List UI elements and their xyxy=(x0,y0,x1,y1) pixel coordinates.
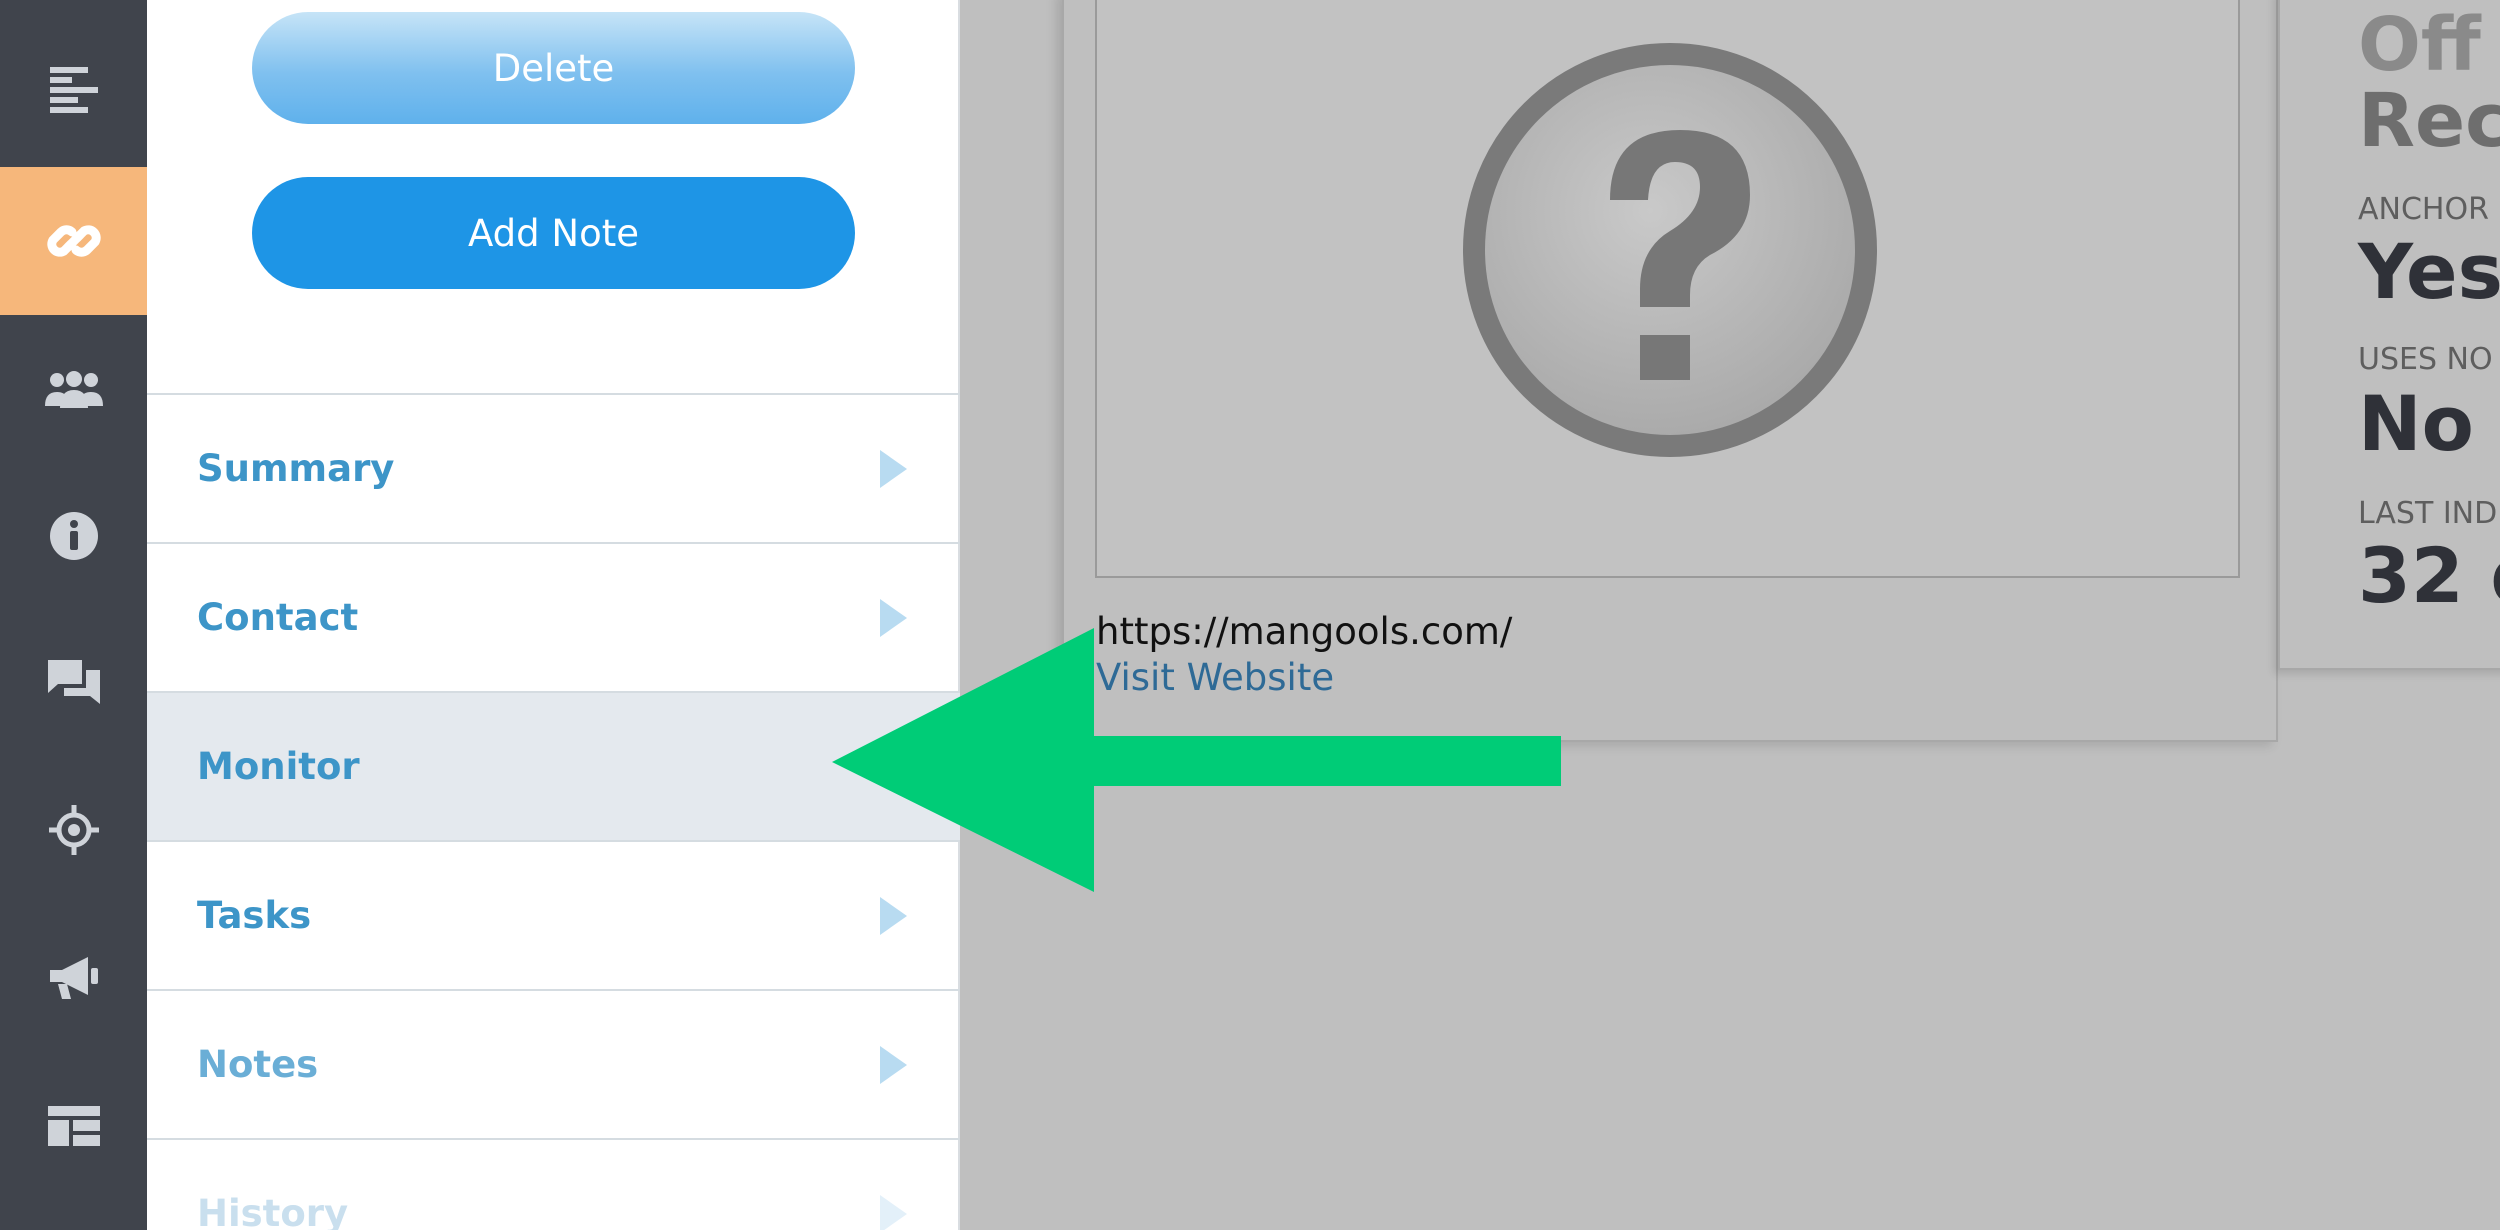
details-title-line1: Off xyxy=(2358,2,2481,88)
rail-item-team[interactable] xyxy=(0,316,147,464)
uses-label: USES NO xyxy=(2358,342,2493,377)
last-index-value: 32 d xyxy=(2358,531,2500,620)
menu-item-label: Tasks xyxy=(197,894,312,937)
rail-item-target[interactable] xyxy=(0,756,147,904)
menu-item-contact[interactable]: Contact xyxy=(147,542,960,691)
menu-item-label: Contact xyxy=(197,596,359,639)
layout-icon xyxy=(47,1106,100,1146)
icon-rail xyxy=(0,0,147,1230)
menu-item-summary[interactable]: Summary xyxy=(147,393,960,542)
outline-list-icon xyxy=(49,67,98,113)
chevron-right-icon xyxy=(880,1194,907,1230)
menu-item-label: History xyxy=(197,1192,349,1230)
question-mark-icon xyxy=(1463,43,1877,457)
visit-website-link[interactable]: Visit Website xyxy=(1096,656,1334,699)
chat-icon xyxy=(47,660,100,704)
rail-item-info[interactable] xyxy=(0,462,147,610)
anchor-label: ANCHOR xyxy=(2358,192,2489,227)
rail-item-campaigns[interactable] xyxy=(0,904,147,1052)
info-icon xyxy=(49,512,98,560)
menu-item-label: Summary xyxy=(197,447,395,490)
megaphone-icon xyxy=(49,957,98,999)
menu-item-notes[interactable]: Notes xyxy=(147,989,960,1138)
uses-value: No xyxy=(2358,379,2474,468)
chevron-right-icon xyxy=(880,1045,907,1084)
chevron-right-icon xyxy=(880,598,907,637)
last-index-label: LAST IND xyxy=(2358,496,2498,531)
chevron-right-icon xyxy=(880,896,907,935)
add-note-button[interactable]: Add Note xyxy=(252,177,855,289)
menu-item-label: Notes xyxy=(197,1043,319,1086)
chevron-right-icon xyxy=(880,449,907,488)
rail-item-layout[interactable] xyxy=(0,1052,147,1200)
app-root: Delete Add Note Summary Contact Monitor … xyxy=(0,0,2500,1230)
link-sidebar: Delete Add Note Summary Contact Monitor … xyxy=(147,0,960,1230)
detail-menu: Summary Contact Monitor Tasks Notes Hist… xyxy=(147,393,960,1230)
anchor-value: Yes xyxy=(2358,227,2500,316)
delete-button[interactable]: Delete xyxy=(252,12,855,124)
rail-item-outline[interactable] xyxy=(0,16,147,164)
target-icon xyxy=(48,805,99,855)
team-icon xyxy=(44,371,103,408)
details-title-line2: Rec xyxy=(2358,78,2500,164)
menu-item-tasks[interactable]: Tasks xyxy=(147,840,960,989)
site-url: https://mangools.com/ xyxy=(1096,610,1513,653)
rail-item-links[interactable] xyxy=(0,167,147,315)
menu-item-label: Monitor xyxy=(197,745,360,788)
menu-item-history[interactable]: History xyxy=(147,1138,960,1230)
link-icon xyxy=(46,225,101,257)
rail-item-chat[interactable] xyxy=(0,608,147,756)
menu-item-monitor[interactable]: Monitor xyxy=(147,691,960,840)
